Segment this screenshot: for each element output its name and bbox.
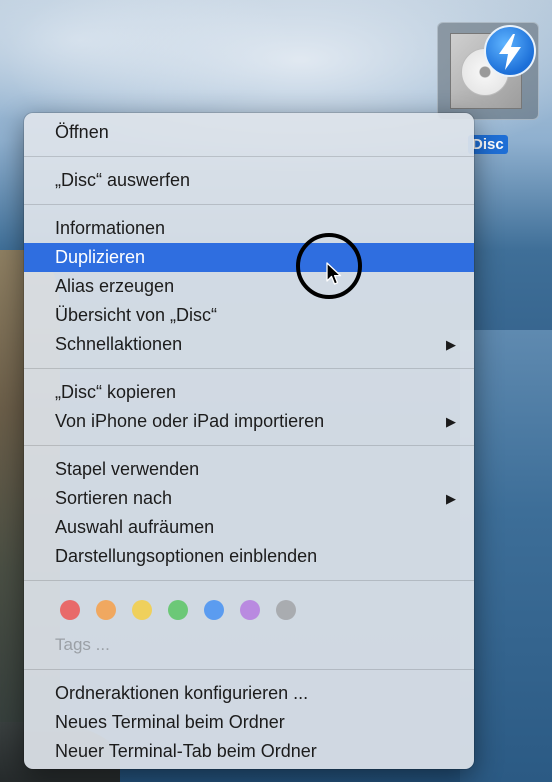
disc-image-icon[interactable] (437, 22, 539, 120)
submenu-arrow-icon: ▶ (446, 337, 456, 352)
menu-separator (24, 368, 474, 369)
tag-color-red[interactable] (60, 600, 80, 620)
tag-color-green[interactable] (168, 600, 188, 620)
menu-item-tags[interactable]: Tags ... (24, 630, 474, 660)
menu-item-label: Ordneraktionen konfigurieren ... (55, 683, 309, 703)
menu-item-label: Informationen (55, 218, 166, 238)
menu-item-quick-actions[interactable]: Schnellaktionen ▶ (24, 330, 474, 359)
menu-item-show-view-options[interactable]: Darstellungsoptionen einblenden (24, 542, 474, 571)
submenu-arrow-icon: ▶ (446, 414, 456, 429)
menu-item-new-terminal[interactable]: Neues Terminal beim Ordner (24, 708, 474, 737)
menu-separator (24, 669, 474, 670)
tag-color-gray[interactable] (276, 600, 296, 620)
menu-item-copy[interactable]: „Disc“ kopieren (24, 378, 474, 407)
menu-item-label: „Disc“ kopieren (55, 382, 177, 402)
menu-item-label: „Disc“ auswerfen (55, 170, 191, 190)
menu-item-label: Neues Terminal beim Ordner (55, 712, 285, 732)
menu-item-label: Stapel verwenden (55, 459, 200, 479)
context-menu: Öffnen „Disc“ auswerfen Informationen Du… (24, 113, 474, 769)
menu-item-get-info[interactable]: Informationen (24, 214, 474, 243)
menu-item-label: Neuer Terminal-Tab beim Ordner (55, 741, 317, 761)
menu-item-use-stacks[interactable]: Stapel verwenden (24, 455, 474, 484)
tag-color-purple[interactable] (240, 600, 260, 620)
mouse-pointer-icon (326, 262, 342, 291)
menu-item-label: Von iPhone oder iPad importieren (55, 411, 325, 431)
lightning-badge-icon (484, 25, 536, 77)
menu-item-open[interactable]: Öffnen (24, 118, 474, 147)
menu-item-duplicate[interactable]: Duplizieren (24, 243, 474, 272)
menu-separator (24, 156, 474, 157)
menu-item-label: Übersicht von „Disc“ (55, 305, 218, 325)
tag-color-yellow[interactable] (132, 600, 152, 620)
menu-item-label: Schnellaktionen (55, 334, 183, 354)
menu-item-eject[interactable]: „Disc“ auswerfen (24, 166, 474, 195)
tag-color-row (24, 590, 474, 630)
tag-color-blue[interactable] (204, 600, 224, 620)
menu-item-quick-look[interactable]: Übersicht von „Disc“ (24, 301, 474, 330)
submenu-arrow-icon: ▶ (446, 491, 456, 506)
menu-separator (24, 204, 474, 205)
menu-item-make-alias[interactable]: Alias erzeugen (24, 272, 474, 301)
menu-separator (24, 445, 474, 446)
menu-separator (24, 580, 474, 581)
menu-item-label: Öffnen (55, 122, 109, 142)
menu-item-label: Sortieren nach (55, 488, 173, 508)
menu-item-label: Alias erzeugen (55, 276, 175, 296)
menu-item-import-from-iphone[interactable]: Von iPhone oder iPad importieren ▶ (24, 407, 474, 436)
menu-item-folder-actions[interactable]: Ordneraktionen konfigurieren ... (24, 679, 474, 708)
menu-item-label: Darstellungsoptionen einblenden (55, 546, 318, 566)
menu-item-new-terminal-tab[interactable]: Neuer Terminal-Tab beim Ordner (24, 737, 474, 766)
tag-color-orange[interactable] (96, 600, 116, 620)
menu-item-label: Duplizieren (55, 247, 146, 267)
menu-item-sort-by[interactable]: Sortieren nach ▶ (24, 484, 474, 513)
menu-item-label: Auswahl aufräumen (55, 517, 215, 537)
menu-item-clean-up-selection[interactable]: Auswahl aufräumen (24, 513, 474, 542)
